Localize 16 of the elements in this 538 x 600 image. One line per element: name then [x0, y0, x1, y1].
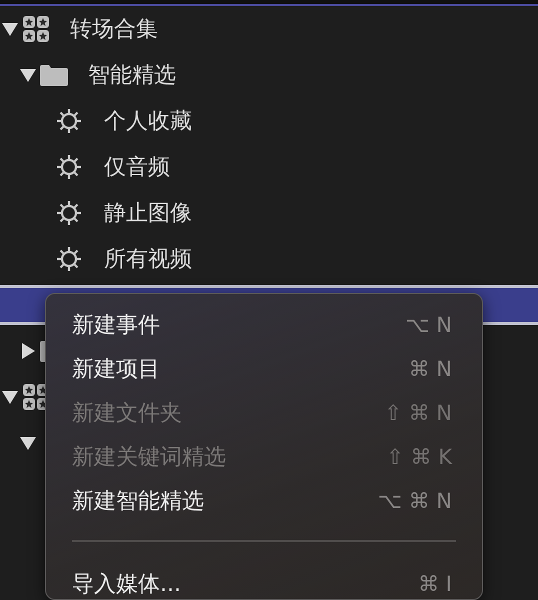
shortcut-label: ⇧ ⌘ N — [384, 401, 452, 425]
shortcut-label: ⌥ N — [405, 313, 452, 337]
sidebar-item-label[interactable]: 转场合集 — [70, 14, 158, 44]
shortcut-label: ⇧ ⌘ K — [386, 445, 452, 469]
menu-item[interactable]: 新建事件 — [72, 310, 160, 340]
sidebar-item-label[interactable]: 所有视频 — [104, 244, 192, 274]
menu-item[interactable]: 导入媒体... — [72, 569, 181, 599]
sidebar-item-label[interactable]: 个人收藏 — [104, 106, 192, 136]
menu-item[interactable]: 新建项目 — [72, 354, 160, 384]
sidebar-item-label[interactable]: 静止图像 — [104, 198, 192, 228]
shortcut-label: ⌘ N — [408, 357, 452, 381]
menu-item[interactable]: 新建智能精选 — [72, 486, 204, 516]
sidebar-item-label[interactable]: 智能精选 — [88, 60, 176, 90]
sidebar-item-label[interactable]: 仅音频 — [104, 152, 170, 182]
shortcut-label: ⌘ I — [418, 572, 452, 596]
shortcut-label: ⌥ ⌘ N — [378, 489, 452, 513]
